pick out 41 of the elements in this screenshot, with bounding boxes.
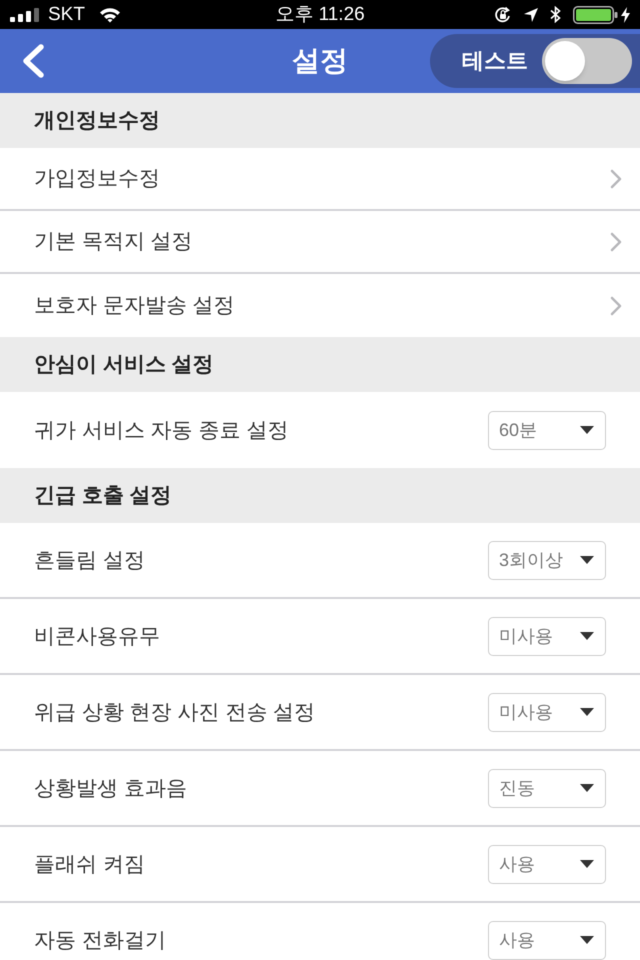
dropdown[interactable]: 60분 <box>488 410 606 450</box>
dropdown[interactable]: 3회이상 <box>488 540 606 580</box>
bluetooth-icon <box>550 6 561 23</box>
chevron-right-icon <box>610 232 622 252</box>
settings-link-row[interactable]: 보호자 문자발송 설정 <box>0 274 640 337</box>
setting-label: 상황발생 효과음 <box>34 778 187 798</box>
page-title: 설정 <box>292 47 348 75</box>
dropdown[interactable]: 사용 <box>488 844 606 884</box>
charging-bolt-icon <box>621 6 630 22</box>
toggle-label: 테스트 <box>462 50 528 72</box>
rotation-lock-icon <box>494 6 512 24</box>
wifi-icon <box>98 6 121 22</box>
caret-down-icon <box>580 632 594 640</box>
toggle-switch[interactable] <box>542 38 632 84</box>
dropdown[interactable]: 미사용 <box>488 616 606 656</box>
carrier-name: SKT <box>48 5 85 24</box>
caret-down-icon <box>580 860 594 868</box>
caret-down-icon <box>580 708 594 716</box>
caret-down-icon <box>580 936 594 944</box>
section-header: 안심이 서비스 설정 <box>0 337 640 392</box>
chevron-right-icon <box>610 168 622 188</box>
dropdown[interactable]: 사용 <box>488 920 606 960</box>
clock-time: 오후 11:26 <box>275 5 365 24</box>
chevron-right-icon <box>610 296 622 316</box>
location-arrow-icon <box>524 8 538 22</box>
setting-label: 흔들림 설정 <box>34 550 145 570</box>
section-header: 긴급 호출 설정 <box>0 468 640 523</box>
setting-label: 플래쉬 켜짐 <box>34 854 145 874</box>
dropdown[interactable]: 진동 <box>488 768 606 808</box>
caret-down-icon <box>580 784 594 792</box>
dropdown[interactable]: 미사용 <box>488 692 606 732</box>
setting-label: 귀가 서비스 자동 종료 설정 <box>34 420 288 440</box>
settings-link-row[interactable]: 기본 목적지 설정 <box>0 211 640 274</box>
section-header: 개인정보수정 <box>0 93 640 148</box>
settings-link-row[interactable]: 가입정보수정 <box>0 148 640 211</box>
caret-down-icon <box>580 426 594 434</box>
setting-label: 비콘사용유무 <box>34 626 160 646</box>
setting-label: 위급 상황 현장 사진 전송 설정 <box>34 702 316 722</box>
caret-down-icon <box>580 556 594 564</box>
setting-label: 자동 전화걸기 <box>34 930 166 950</box>
battery-icon <box>573 6 618 24</box>
